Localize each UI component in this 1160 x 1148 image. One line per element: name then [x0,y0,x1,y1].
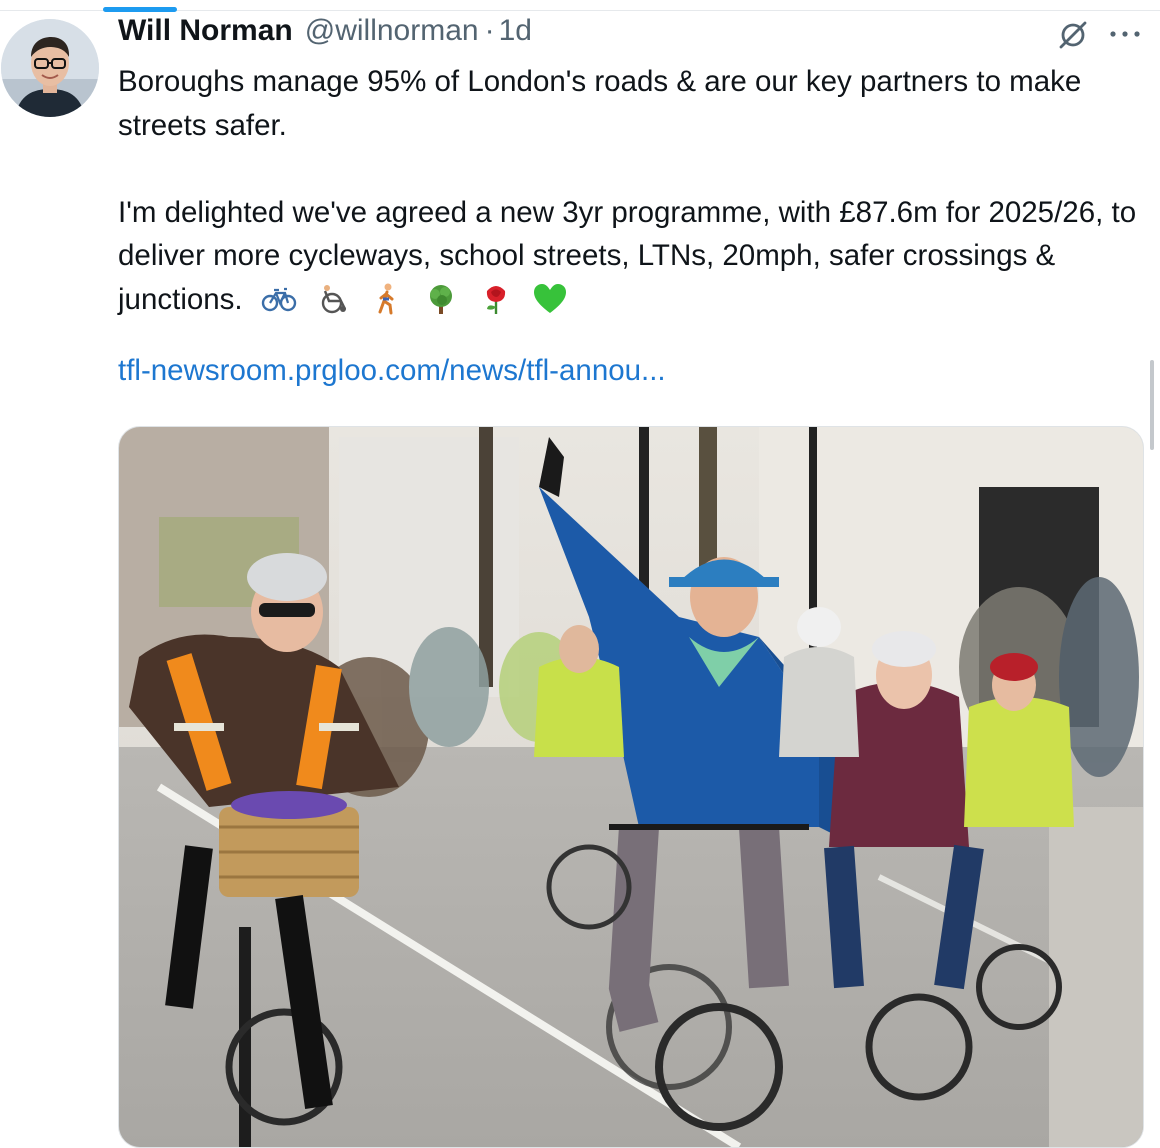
active-tab-indicator [103,7,177,12]
scrollbar[interactable] [1150,360,1154,450]
tweet-paragraph-1: Boroughs manage 95% of London's roads & … [118,65,1082,142]
tweet-paragraph-2: I'm delighted we've agreed a new 3yr pro… [118,191,1148,322]
grok-icon[interactable] [1058,20,1088,50]
green-heart-emoji [533,283,566,313]
tweet-text: Boroughs manage 95% of London's roads & … [118,60,1148,393]
tweet-timestamp[interactable]: 1d [499,14,532,48]
cyclists-photo [119,427,1143,1147]
separator-dot: · [484,14,495,47]
manual-wheelchair-emoji [321,284,347,313]
emoji-row [251,283,568,316]
person-walking-emoji [378,283,394,314]
tree-emoji [430,284,453,314]
rose-emoji [486,285,505,314]
tweet-media-photo[interactable] [118,426,1144,1148]
author-handle[interactable]: @willnorman [305,14,479,48]
more-icon[interactable] [1108,24,1142,44]
tweet[interactable]: Will Norman @willnorman · 1d Boroughs ma… [118,14,1148,393]
author-display-name[interactable]: Will Norman [118,14,293,48]
tweet-header: Will Norman @willnorman · 1d [118,14,1148,58]
avatar[interactable] [1,19,99,117]
link-line: tfl-newsroom.prgloo.com/news/tfl-annou..… [118,349,1148,393]
bicycle-emoji [261,287,297,311]
tweet-link[interactable]: tfl-newsroom.prgloo.com/news/tfl-annou..… [118,354,666,387]
